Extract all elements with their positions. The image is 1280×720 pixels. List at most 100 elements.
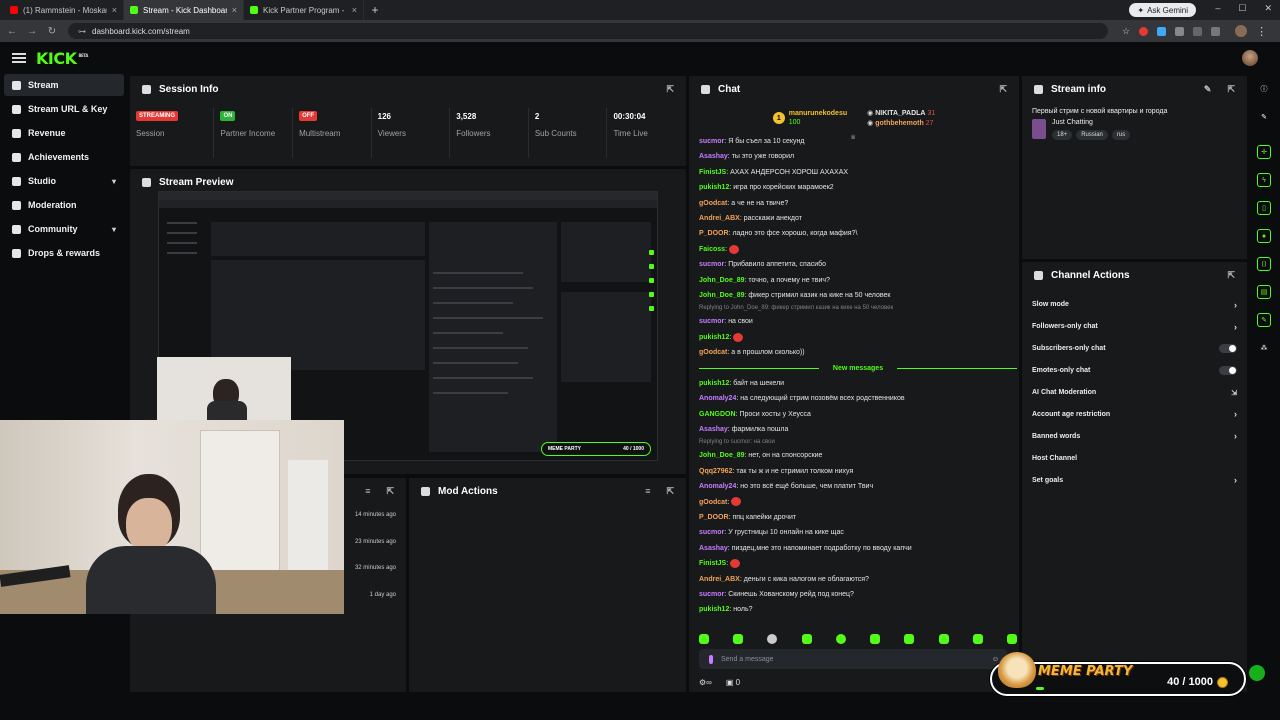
chat-username[interactable]: sucmor [699,529,724,536]
download-icon[interactable] [1193,26,1203,36]
emote-icon[interactable] [904,634,915,644]
reload-icon[interactable]: ↻ [44,26,60,37]
chat-username[interactable]: FinistJS [699,169,726,176]
url-field[interactable]: ⊶ dashboard.kick.com/stream [68,23,1108,39]
chat-username[interactable]: Andrei_ABX [699,215,740,222]
chat-message[interactable]: Asashay: ты это уже говорил [699,149,1017,164]
ask-gemini-button[interactable]: ✦ Ask Gemini [1129,3,1196,17]
popout-icon[interactable]: ⇱ [666,84,674,95]
chat-message[interactable]: gOodcat: [699,495,1017,510]
browser-tab-partner[interactable]: Kick Partner Program - Kick Da × [244,0,364,20]
chat-username[interactable]: pukish12 [699,334,729,341]
site-info-icon[interactable]: ⊶ [78,27,86,36]
chat-username[interactable]: Asashay [699,426,728,433]
action-subscribers-only[interactable]: Subscribers-only chat [1022,338,1247,360]
document-icon[interactable]: ▯ [1257,201,1271,215]
chat-username[interactable]: John_Doe_89 [699,277,745,284]
chat-message[interactable]: pukish12: ноль? [699,602,1017,617]
action-banned-words[interactable]: Banned words › [1022,425,1247,447]
close-window-icon[interactable]: ✕ [1264,3,1272,14]
info-icon[interactable]: ⓘ [1257,82,1271,96]
browser-tab-youtube[interactable]: (1) Rammstein - Moskau (Offici × [4,0,124,20]
action-set-goals[interactable]: Set goals › [1022,469,1247,491]
chat-message[interactable]: pukish12: [699,330,1017,345]
emote-icon[interactable] [733,634,744,644]
chat-username[interactable]: gOodcat [699,349,727,356]
sidebar-item-stream[interactable]: Stream [4,74,124,96]
layout-icon[interactable]: ▤ [1257,285,1271,299]
close-icon[interactable]: × [352,5,357,15]
filter-icon[interactable]: ≡ [365,486,370,496]
sidebar-item-community[interactable]: Community ▾ [4,218,124,240]
chat-message[interactable]: P_DOOR: ппц капейки дрочит [699,510,1017,525]
chat-message[interactable]: Andrei_ABX: деньги с кика налогом не обл… [699,572,1017,587]
emote-icon[interactable] [699,634,709,644]
nodes-icon[interactable]: ⁂ [1257,341,1271,355]
action-emotes-only[interactable]: Emotes-only chat [1022,360,1247,382]
browser-tab-dashboard[interactable]: Stream - Kick Dashboard × [124,0,244,20]
chat-message[interactable]: John_Doe_89: нет, он на спонсорские [699,448,1017,463]
code-icon[interactable]: ⟨⟩ [1257,257,1271,271]
sidebar-item-achievements[interactable]: Achievements [4,146,124,168]
emote-icon[interactable] [972,634,983,644]
close-icon[interactable]: × [232,5,237,15]
chat-username[interactable]: gOodcat [699,499,727,506]
action-ai-moderation[interactable]: AI Chat Moderation ⇲ [1022,382,1247,404]
popout-icon[interactable]: ⇱ [1227,84,1235,95]
extension-icon[interactable] [1157,26,1167,36]
sidebar-item-stream-url-key[interactable]: Stream URL & Key [4,98,124,120]
chat-username[interactable]: sucmor [699,261,724,268]
crosshair-icon[interactable]: ✛ [1257,145,1271,159]
chat-username[interactable]: Anomaly24 [699,483,736,490]
chat-message[interactable]: P_DOOR: ладно это фсе хорошо, когда мафи… [699,226,1017,241]
action-slow-mode[interactable]: Slow mode › [1022,294,1247,316]
leader-user[interactable]: NIKITA_PADLA [875,110,925,117]
popout-icon[interactable]: ⇱ [666,486,674,497]
chat-username[interactable]: FinistJS [699,560,726,567]
chat-username[interactable]: gOodcat [699,200,727,207]
lightning-icon[interactable]: ϟ [1257,173,1271,187]
popout-icon[interactable]: ⇱ [1227,270,1235,281]
chat-message[interactable]: sucmor: Скинешь Хованскому рейд под коне… [699,587,1017,602]
chat-username[interactable]: P_DOOR [699,230,729,237]
leader-user[interactable]: gothbehemoth [875,120,924,127]
chat-message[interactable]: FinistJS: [699,556,1017,571]
puzzle-icon[interactable] [1175,26,1185,36]
chat-username[interactable]: Qqq27962 [699,468,732,475]
leader-user[interactable]: manurunekodesu [789,110,847,117]
chat-username[interactable]: John_Doe_89 [699,292,745,299]
chat-username[interactable]: Faicoss [699,246,725,253]
chat-message[interactable]: sucmor: Прибавило аппетита, спасибо [699,257,1017,272]
sidebar-item-studio[interactable]: Studio ▾ [4,170,124,192]
action-account-age[interactable]: Account age restriction › [1022,403,1247,425]
emote-icon[interactable] [801,634,812,644]
kick-chat-bubble-icon[interactable] [1247,663,1267,683]
chat-message[interactable]: pukish12: игра про корейских марамоек2 [699,180,1017,195]
back-icon[interactable]: ← [4,26,20,37]
chat-username[interactable]: Asashay [699,153,728,160]
bookmark-star-icon[interactable]: ☆ [1122,26,1130,37]
action-followers-only[interactable]: Followers-only chat › [1022,316,1247,338]
kick-logo[interactable]: KICK BETA [36,49,88,68]
popout-icon[interactable]: ⇱ [999,84,1007,95]
chat-username[interactable]: pukish12 [699,380,729,387]
chat-message[interactable]: Anomaly24: но это всё ещё больше, чем пл… [699,479,1017,494]
chat-username[interactable]: GANGDON [699,411,736,418]
new-tab-button[interactable]: + [368,3,382,17]
chat-message[interactable]: John_Doe_89: фикер стримил казик на кике… [699,288,1017,303]
user-avatar[interactable] [1242,50,1258,66]
hamburger-menu-icon[interactable] [12,53,26,63]
emote-icon[interactable] [938,634,949,644]
sidebar-item-moderation[interactable]: Moderation [4,194,124,216]
emote-icon[interactable] [835,634,846,644]
action-host-channel[interactable]: Host Channel [1022,447,1247,469]
edit-icon[interactable]: ✎ [1257,110,1271,124]
sidebar-item-drops-rewards[interactable]: Drops & rewards [4,242,124,264]
maximize-icon[interactable]: ☐ [1238,3,1246,14]
chat-message[interactable]: Anomaly24: на следующий стрим позовём вс… [699,391,1017,406]
chat-username[interactable]: John_Doe_89 [699,452,745,459]
chat-username[interactable]: pukish12 [699,184,729,191]
chat-input[interactable]: Send a message ☺ [699,649,1007,669]
chat-username[interactable]: sucmor [699,318,724,325]
chat-username[interactable]: Anomaly24 [699,395,736,402]
